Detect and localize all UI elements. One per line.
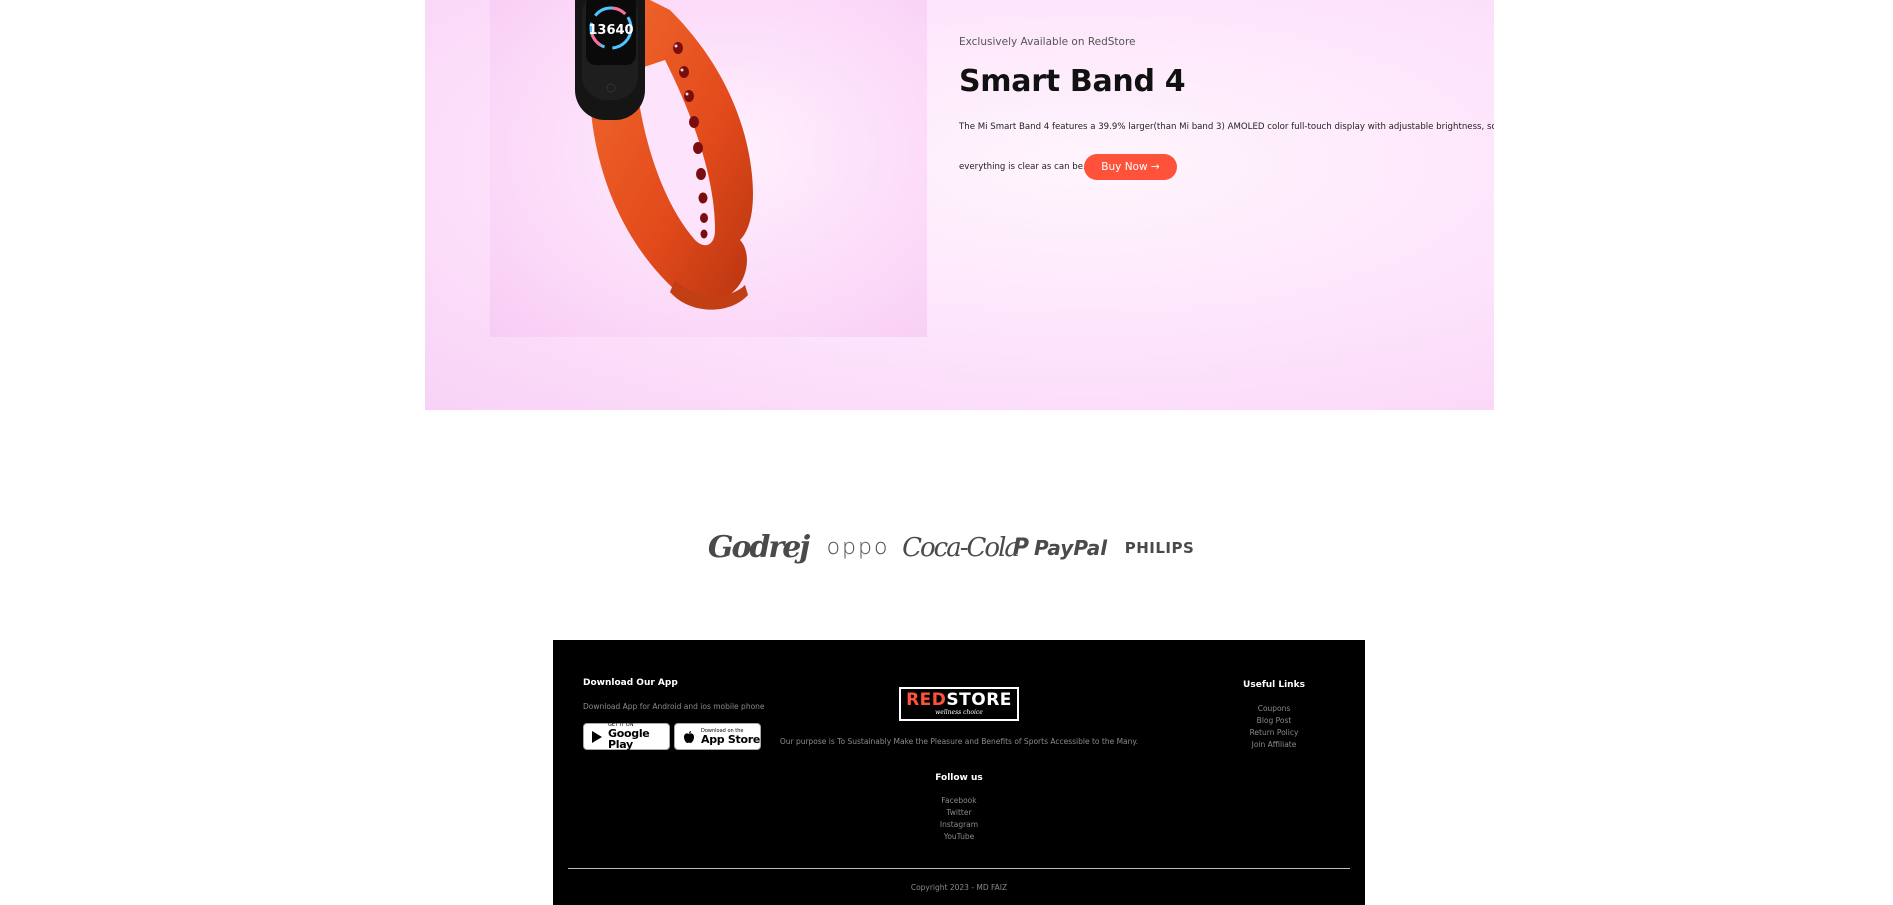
brand-logo-godrej: Godrej (707, 530, 810, 565)
useful-links: Coupons Blog Post Return Policy Join Aff… (1229, 703, 1319, 751)
footer: Download Our App Download App for Androi… (553, 640, 1365, 905)
footer-useful-links-column: Useful Links Coupons Blog Post Return Po… (1229, 680, 1319, 751)
brand-logo-cocacola: Coca-Cola (902, 532, 1020, 563)
follow-links: Facebook Twitter Instagram YouTube (743, 795, 1175, 843)
footer-center-column: REDSTORE wellness choice Our purpose is … (743, 687, 1175, 843)
purpose-text: Our purpose is To Sustainably Make the P… (779, 736, 1139, 746)
follow-link-facebook[interactable]: Facebook (743, 795, 1175, 807)
useful-link-coupons[interactable]: Coupons (1229, 703, 1319, 715)
buy-now-button[interactable]: Buy Now → (1084, 154, 1177, 180)
brand-logo-paypal: P PayPal (1010, 525, 1110, 570)
offer-banner: 13640 Exclusively Available on RedStore … (425, 0, 1494, 410)
google-play-badge[interactable]: GET IT ON Google Play (583, 723, 670, 750)
follow-heading: Follow us (935, 772, 983, 783)
brands-row: Godrej oppo Coca-Cola P PayPal PHILIPS (707, 525, 1198, 570)
offer-title: Smart Band 4 (959, 64, 1186, 99)
footer-logo[interactable]: REDSTORE wellness choice (899, 687, 1019, 721)
follow-link-youtube[interactable]: YouTube (743, 831, 1175, 843)
copyright-text: Copyright 2023 - MD FAIZ (910, 883, 1008, 892)
brand-logo-oppo: oppo (826, 535, 890, 560)
useful-link-return-policy[interactable]: Return Policy (1229, 727, 1319, 739)
follow-link-instagram[interactable]: Instagram (743, 819, 1175, 831)
footer-divider (568, 868, 1350, 869)
smart-band-image: 13640 (490, 0, 927, 337)
offer-description-line2: everything is clear as can be. (959, 162, 1086, 172)
apple-icon (681, 729, 697, 745)
follow-link-twitter[interactable]: Twitter (743, 807, 1175, 819)
band-display-text: 13640 (588, 23, 633, 38)
logo-red-text: RED (906, 690, 947, 710)
useful-links-heading: Useful Links (1243, 680, 1305, 690)
offer-description-line1: The Mi Smart Band 4 features a 39.9% lar… (959, 122, 1494, 132)
logo-tagline: wellness choice (935, 708, 983, 716)
offer-exclusive-text: Exclusively Available on RedStore (959, 36, 1136, 48)
logo-white-text: STORE (946, 690, 1012, 710)
useful-link-join-affiliate[interactable]: Join Affiliate (1229, 739, 1319, 751)
brand-logo-philips: PHILIPS (1124, 538, 1195, 557)
page: 13640 Exclusively Available on RedStore … (0, 0, 1893, 905)
google-play-icon (590, 729, 604, 745)
google-play-label: Google Play (608, 727, 650, 751)
useful-link-blog-post[interactable]: Blog Post (1229, 715, 1319, 727)
paypal-icon: P (1012, 535, 1030, 560)
brand-paypal-label: PayPal (1034, 535, 1108, 560)
